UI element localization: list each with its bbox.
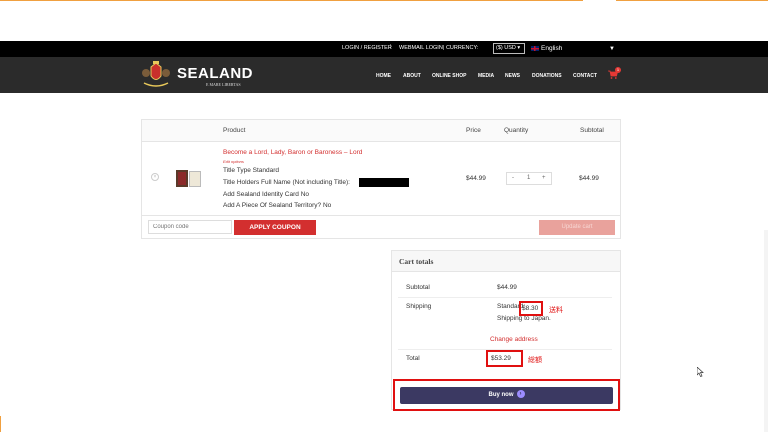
utility-bar: LOGIN / REGISTER | WEBMAIL LOGIN | CURRE… bbox=[0, 41, 768, 57]
subtotal-row: Subtotal $44.99 bbox=[398, 278, 612, 298]
nav-media[interactable]: MEDIA bbox=[478, 73, 494, 79]
edit-options-link[interactable]: Edit options bbox=[223, 159, 244, 164]
nav-home[interactable]: HOME bbox=[376, 73, 391, 79]
cart-totals-title: Cart totals bbox=[399, 257, 434, 266]
remove-item-button[interactable]: × bbox=[151, 173, 159, 181]
total-annotation: 総額 bbox=[528, 357, 542, 364]
shipping-highlight-box bbox=[519, 301, 543, 316]
territory-option: Add A Piece Of Sealand Territory? No bbox=[223, 202, 332, 209]
quantity-increase-button[interactable]: + bbox=[542, 175, 546, 181]
scrollbar-track[interactable] bbox=[764, 230, 768, 432]
product-thumbnail[interactable] bbox=[176, 170, 202, 187]
accent-line bbox=[616, 0, 768, 1]
identity-card-option: Add Sealand Identity Card No bbox=[223, 191, 309, 198]
separator: | bbox=[390, 44, 392, 50]
webmail-login-link[interactable]: WEBMAIL LOGIN bbox=[399, 45, 443, 51]
cart-table: Product Price Quantity Subtotal × Become… bbox=[141, 119, 621, 239]
uk-flag-icon bbox=[531, 45, 539, 51]
item-subtotal: $44.99 bbox=[579, 175, 599, 182]
title-type: Title Type Standard bbox=[223, 167, 280, 174]
sealand-crest-logo[interactable] bbox=[141, 61, 171, 89]
buy-now-highlight-box: Buy now › bbox=[393, 379, 620, 411]
change-address-link[interactable]: Change address bbox=[490, 336, 538, 343]
accent-line bbox=[0, 0, 583, 1]
subtotal-value: $44.99 bbox=[497, 284, 517, 291]
quantity-value[interactable]: 1 bbox=[527, 175, 530, 181]
nav-contact[interactable]: CONTACT bbox=[573, 73, 597, 79]
product-name-link[interactable]: Become a Lord, Lady, Baron or Baroness –… bbox=[223, 149, 362, 156]
language-value: English bbox=[541, 45, 563, 52]
left-edge-accent bbox=[0, 416, 1, 432]
nav-about[interactable]: ABOUT bbox=[403, 73, 421, 79]
total-label: Total bbox=[406, 355, 420, 362]
header-product: Product bbox=[223, 127, 246, 134]
brand-motto: E MARE LIBERTAS bbox=[206, 82, 241, 87]
holder-name-label: Title Holders Full Name (Not including T… bbox=[223, 179, 350, 186]
apply-coupon-button[interactable]: APPLY COUPON bbox=[234, 220, 316, 235]
quantity-decrease-button[interactable]: - bbox=[512, 175, 514, 181]
currency-select[interactable]: ($) USD ▾ bbox=[493, 43, 525, 54]
quantity-stepper: - 1 + bbox=[506, 172, 552, 185]
currency-label: | CURRENCY: bbox=[443, 45, 479, 51]
nav-online-shop[interactable]: ONLINE SHOP bbox=[432, 73, 466, 79]
coupon-code-input[interactable] bbox=[148, 220, 232, 234]
shipping-label: Shipping bbox=[406, 303, 432, 310]
language-select[interactable]: English ▼ bbox=[529, 43, 619, 55]
header-subtotal: Subtotal bbox=[580, 127, 604, 134]
nav-news[interactable]: NEWS bbox=[505, 73, 520, 79]
header-price: Price bbox=[466, 127, 481, 134]
top-blank-area bbox=[0, 0, 768, 40]
item-price: $44.99 bbox=[466, 175, 486, 182]
arrow-right-icon: › bbox=[516, 390, 525, 399]
shipping-annotation: 送料 bbox=[549, 307, 563, 314]
header-quantity: Quantity bbox=[504, 127, 529, 134]
cart-table-header: Product Price Quantity Subtotal bbox=[142, 120, 620, 142]
chevron-down-icon: ▼ bbox=[609, 46, 615, 52]
main-navigation: SEALAND E MARE LIBERTAS HOME ABOUT ONLIN… bbox=[0, 57, 768, 93]
update-cart-button[interactable]: Update cart bbox=[539, 220, 615, 235]
buy-now-label: Buy now bbox=[488, 392, 514, 398]
shipping-destination: Shipping to Japan. bbox=[497, 315, 551, 322]
mouse-cursor-icon bbox=[697, 367, 704, 377]
brand-name[interactable]: SEALAND bbox=[177, 65, 253, 82]
chevron-down-icon: ▾ bbox=[517, 45, 521, 51]
buy-now-button[interactable]: Buy now › bbox=[400, 387, 613, 404]
total-highlight-box bbox=[486, 350, 523, 367]
login-register-link[interactable]: LOGIN / REGISTER bbox=[342, 45, 392, 51]
nav-donations[interactable]: DONATIONS bbox=[532, 73, 562, 79]
subtotal-label: Subtotal bbox=[406, 284, 430, 291]
cart-count-badge: 1 bbox=[615, 67, 621, 73]
cart-totals-header: Cart totals bbox=[392, 251, 620, 272]
redacted-holder-name bbox=[359, 178, 409, 187]
currency-value: ($) USD bbox=[496, 45, 516, 51]
